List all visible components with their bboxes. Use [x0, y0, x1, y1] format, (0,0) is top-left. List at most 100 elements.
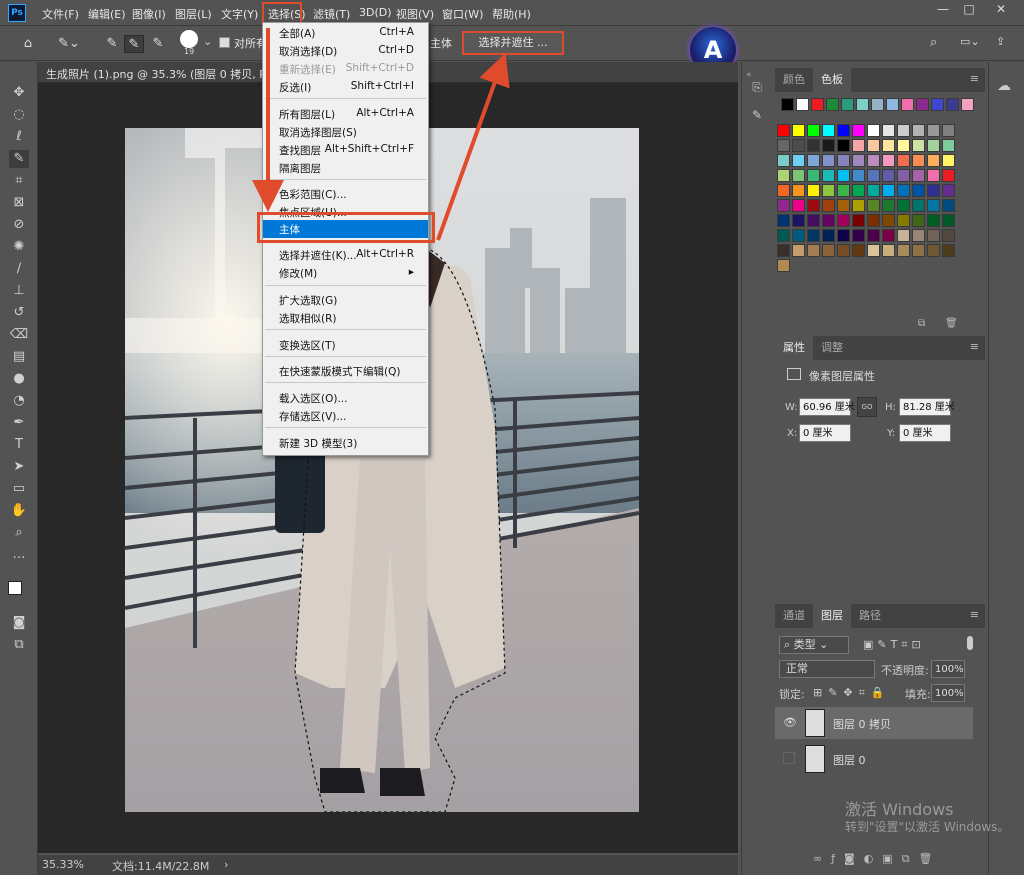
swatch[interactable]	[897, 184, 910, 197]
swatch[interactable]	[837, 244, 850, 257]
layer-row[interactable]: 👁 图层 0 拷贝	[775, 707, 973, 739]
menu-type[interactable]: 文字(Y)	[221, 6, 258, 22]
menu-item-all[interactable]: 全部(A) Ctrl+A	[263, 24, 428, 42]
swatch[interactable]	[841, 98, 854, 111]
swatch[interactable]	[942, 214, 955, 227]
swatch[interactable]	[912, 154, 925, 167]
swatch[interactable]	[852, 244, 865, 257]
frame-tool-icon[interactable]: ⊠	[9, 194, 29, 212]
clone-stamp-tool-icon[interactable]: ⊥	[9, 282, 29, 300]
swatch[interactable]	[792, 244, 805, 257]
tab-swatches[interactable]: 色板	[813, 68, 851, 92]
menu-item-new-3d-model[interactable]: 新建 3D 模型(3)	[263, 434, 428, 452]
screen-mode-icon[interactable]: ⧉	[9, 636, 29, 654]
swatch[interactable]	[927, 214, 940, 227]
swatch[interactable]	[882, 154, 895, 167]
swatch[interactable]	[912, 169, 925, 182]
swatch[interactable]	[837, 169, 850, 182]
menu-3d[interactable]: 3D(D)	[359, 6, 392, 19]
swatch[interactable]	[852, 199, 865, 212]
type-tool-icon[interactable]: T	[9, 436, 29, 454]
menu-item-save-selection[interactable]: 存储选区(V)...	[263, 407, 428, 425]
brush-preview-icon[interactable]	[180, 30, 198, 48]
swatch[interactable]	[852, 169, 865, 182]
menu-item-transform-selection[interactable]: 变换选区(T)	[263, 336, 428, 354]
collapse-icon[interactable]: «	[746, 70, 752, 80]
swatch[interactable]	[792, 229, 805, 242]
swatch[interactable]	[927, 184, 940, 197]
maximize-button[interactable]: □	[954, 2, 984, 18]
swatch[interactable]	[931, 98, 944, 111]
swatch[interactable]	[882, 169, 895, 182]
search-icon[interactable]: ⌕	[930, 35, 937, 50]
close-button[interactable]: ✕	[986, 2, 1016, 18]
swatch[interactable]	[792, 124, 805, 137]
swatch[interactable]	[807, 184, 820, 197]
select-subject-button[interactable]: 主体	[430, 35, 452, 51]
eye-icon[interactable]: 👁	[783, 716, 797, 729]
swatch[interactable]	[781, 98, 794, 111]
menu-image[interactable]: 图像(I)	[132, 6, 166, 22]
swatch[interactable]	[777, 124, 790, 137]
swatch[interactable]	[882, 184, 895, 197]
layer-action-icons[interactable]: ∞ƒ◙◐▣⧉🗑	[813, 852, 942, 866]
swatch[interactable]	[777, 184, 790, 197]
swatch[interactable]	[867, 184, 880, 197]
chevron-down-icon[interactable]: ⌄	[203, 35, 212, 48]
menu-filter[interactable]: 滤镜(T)	[313, 6, 350, 22]
swatch[interactable]	[837, 184, 850, 197]
subtract-selection-icon[interactable]: ✎	[148, 35, 168, 53]
history-panel-icon[interactable]: ⎘	[748, 80, 766, 98]
swatch[interactable]	[961, 98, 974, 111]
swatch[interactable]	[822, 229, 835, 242]
swatch[interactable]	[822, 244, 835, 257]
brush-panel-icon[interactable]: ✎	[748, 108, 766, 126]
swatch[interactable]	[807, 199, 820, 212]
swatch[interactable]	[792, 214, 805, 227]
eyedropper-tool-icon[interactable]: ⊘	[9, 216, 29, 234]
tab-paths[interactable]: 路径	[851, 604, 889, 628]
swatch[interactable]	[837, 214, 850, 227]
menu-item-load-selection[interactable]: 载入选区(O)...	[263, 389, 428, 407]
swatch[interactable]	[837, 139, 850, 152]
swatch[interactable]	[912, 229, 925, 242]
menu-item-similar[interactable]: 选取相似(R)	[263, 309, 428, 327]
swatch[interactable]	[912, 184, 925, 197]
rectangle-tool-icon[interactable]: ▭	[9, 480, 29, 498]
tab-adjustments[interactable]: 调整	[813, 336, 851, 360]
healing-brush-tool-icon[interactable]: ✺	[9, 238, 29, 256]
swatch[interactable]	[792, 199, 805, 212]
swatch[interactable]	[942, 154, 955, 167]
swatch[interactable]	[852, 124, 865, 137]
swatch[interactable]	[897, 154, 910, 167]
swatch[interactable]	[867, 154, 880, 167]
menu-item-modify[interactable]: 修改(M) ▸	[263, 264, 428, 282]
swatch[interactable]	[886, 98, 899, 111]
menu-item-quick-mask[interactable]: 在快速蒙版模式下编辑(Q)	[263, 362, 428, 380]
swatch[interactable]	[856, 98, 869, 111]
swatch[interactable]	[777, 199, 790, 212]
blur-tool-icon[interactable]: ●	[9, 370, 29, 388]
swatch[interactable]	[912, 199, 925, 212]
swatch[interactable]	[777, 139, 790, 152]
menu-item-deselect[interactable]: 取消选择(D) Ctrl+D	[263, 42, 428, 60]
gradient-tool-icon[interactable]: ▤	[9, 348, 29, 366]
swatch[interactable]	[871, 98, 884, 111]
swatch[interactable]	[942, 139, 955, 152]
visibility-toggle[interactable]	[783, 752, 795, 764]
foreground-color-swatch[interactable]	[8, 581, 22, 595]
swatch[interactable]	[807, 244, 820, 257]
swatch[interactable]	[811, 98, 824, 111]
swatch[interactable]	[852, 154, 865, 167]
menu-view[interactable]: 视图(V)	[396, 6, 434, 22]
select-and-mask-button[interactable]: 选择并遮住 ...	[462, 31, 564, 55]
swatch[interactable]	[867, 199, 880, 212]
y-field[interactable]: 0 厘米	[899, 424, 951, 442]
swatch[interactable]	[912, 124, 925, 137]
history-brush-tool-icon[interactable]: ↺	[9, 304, 29, 322]
width-field[interactable]: 60.96 厘米	[799, 398, 855, 416]
chevron-right-icon[interactable]: ›	[224, 858, 228, 871]
swatch[interactable]	[867, 139, 880, 152]
swatch[interactable]	[882, 214, 895, 227]
brush-tool-icon[interactable]: ∕	[9, 260, 29, 278]
